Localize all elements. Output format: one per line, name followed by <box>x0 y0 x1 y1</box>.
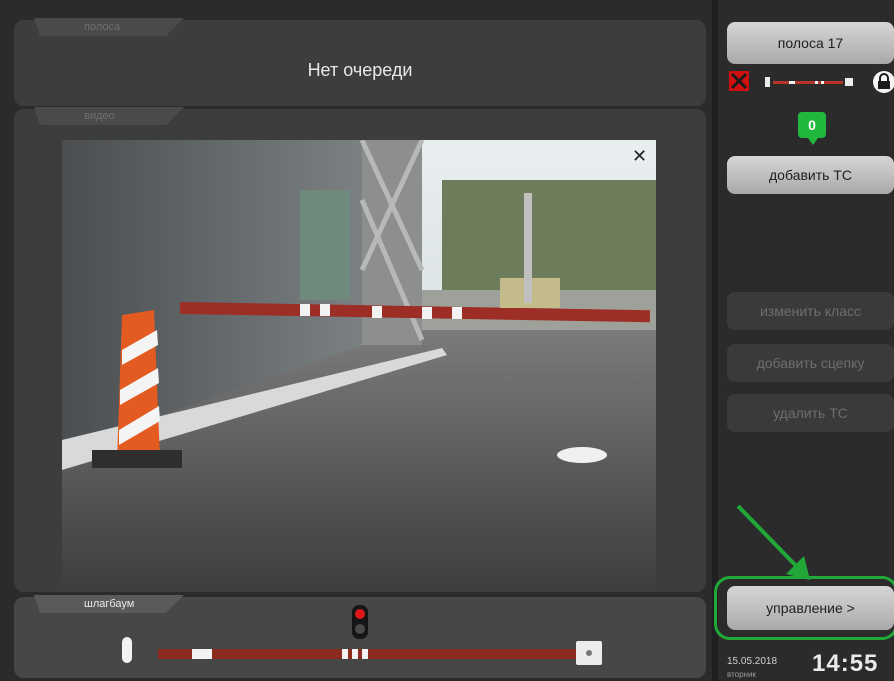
barrier-panel: шлагбаум <box>14 595 706 678</box>
lane-button[interactable]: полоса 17 <box>727 22 894 64</box>
queue-panel: полоса Нет очереди <box>14 18 706 106</box>
lane-closed-icon <box>729 71 749 91</box>
change-class-button[interactable]: изменить класс <box>727 292 894 330</box>
date-label: 15.05.2018 <box>727 656 778 667</box>
barrier-mini-icon <box>765 77 770 87</box>
barrier-status-diagram[interactable] <box>14 597 706 678</box>
vehicle-count-badge: 0 <box>798 112 826 145</box>
weekday-label: вторник <box>727 670 756 679</box>
video-tab: видео <box>34 107 184 125</box>
camera-feed: ✕ <box>62 140 656 586</box>
queue-tab: полоса <box>34 18 184 36</box>
delete-vehicle-button[interactable]: удалить ТС <box>727 394 894 432</box>
lock-icon <box>873 71 894 93</box>
close-icon[interactable]: ✕ <box>632 146 647 167</box>
video-panel: видео ✕ <box>14 107 706 592</box>
panel-divider <box>712 0 718 681</box>
control-button[interactable]: управление > <box>727 586 894 630</box>
clock: 14:55 <box>812 650 879 677</box>
queue-status: Нет очереди <box>307 60 413 80</box>
barrier-pillar-icon <box>122 637 132 663</box>
lane-status-row <box>727 70 894 94</box>
traffic-light-icon <box>352 605 368 639</box>
add-trailer-button[interactable]: добавить сцепку <box>727 344 894 382</box>
add-vehicle-button[interactable]: добавить ТС <box>727 156 894 194</box>
